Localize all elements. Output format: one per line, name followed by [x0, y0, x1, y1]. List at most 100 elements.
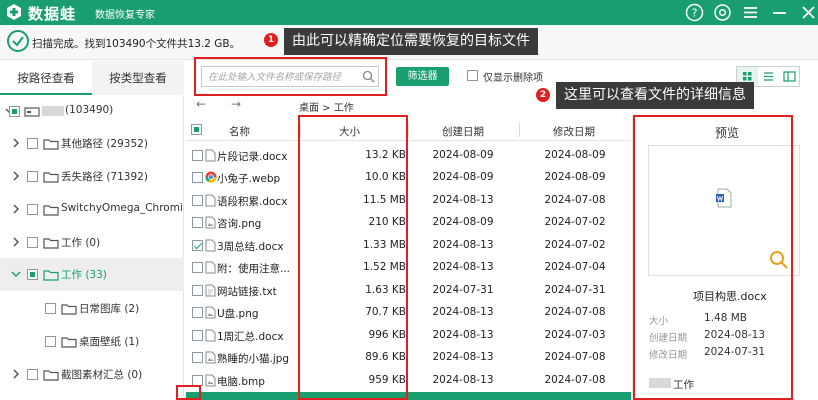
chevron-right-icon[interactable] — [10, 368, 22, 380]
tree-checkbox[interactable] — [27, 237, 38, 248]
svg-text:?: ? — [692, 7, 698, 20]
file-name: 熟睡的小猫.jpg — [217, 353, 290, 365]
deleted-only-checkbox[interactable] — [467, 70, 478, 81]
list-view-icon[interactable] — [758, 67, 779, 86]
annotation-badge-1: 1 — [264, 33, 278, 47]
tree-checkbox[interactable] — [45, 336, 56, 347]
chevron-right-icon[interactable] — [10, 137, 22, 149]
tree-item-desktop-wallpaper[interactable]: 桌面壁纸 (1) — [0, 325, 184, 358]
word-file-icon — [205, 194, 216, 207]
back-arrow-icon[interactable]: ← — [196, 97, 206, 111]
file-size: 210 KB — [368, 216, 406, 228]
tree-checkbox[interactable] — [27, 269, 38, 280]
file-name: 小兔子.webp — [217, 173, 281, 185]
image-file-icon — [205, 216, 216, 229]
tree-item-daily-gallery[interactable]: 日常图库 (2) — [0, 292, 184, 325]
row-checkbox[interactable] — [192, 240, 203, 251]
annotation-callout-2: 这里可以查看文件的详细信息 — [556, 82, 754, 109]
row-checkbox[interactable] — [192, 262, 203, 273]
preview-label-size: 大小 — [649, 316, 669, 327]
preview-thumbnail — [648, 145, 800, 276]
tree-checkbox[interactable] — [9, 106, 20, 117]
file-name: 附：使用注意... — [217, 263, 291, 275]
folder-icon — [43, 205, 59, 216]
file-created-date: 2024-08-09 — [432, 171, 494, 183]
tree-item-switchyomega[interactable]: SwitchyOmega_Chromium — [0, 193, 184, 226]
select-all-checkbox[interactable] — [191, 124, 202, 135]
tree-checkbox[interactable] — [27, 138, 38, 149]
row-checkbox[interactable] — [192, 330, 203, 341]
menu-icon[interactable] — [741, 3, 760, 22]
file-modified-date: 2024-07-08 — [544, 194, 606, 206]
tree-checkbox[interactable] — [45, 303, 56, 314]
tree-item-work-selected[interactable]: 工作 (33) — [0, 258, 184, 291]
row-checkbox[interactable] — [192, 172, 203, 183]
annotation-callout-1: 由此可以精确定位需要恢复的目标文件 — [284, 28, 538, 55]
tree-checkbox[interactable] — [27, 204, 38, 215]
file-modified-date: 2024-08-09 — [544, 149, 606, 161]
column-header-created[interactable]: 创建日期 — [442, 124, 484, 139]
word-document-icon — [716, 188, 732, 208]
file-size: 70.7 KB — [365, 306, 406, 318]
zoom-search-icon[interactable] — [769, 250, 789, 270]
column-header-modified[interactable]: 修改日期 — [553, 124, 595, 139]
file-size: 1.52 MB — [363, 261, 406, 273]
tree-item-label: 日常图库 (2) — [79, 303, 140, 315]
tree-item-label: 工作 (33) — [61, 269, 107, 281]
drive-icon — [24, 107, 40, 117]
forward-arrow-icon[interactable]: → — [231, 97, 241, 111]
row-checkbox[interactable] — [192, 217, 203, 228]
row-checkbox[interactable] — [192, 307, 203, 318]
row-checkbox[interactable] — [192, 375, 203, 386]
tree-checkbox[interactable] — [27, 171, 38, 182]
file-size: 959 KB — [368, 374, 406, 386]
search-input[interactable] — [208, 70, 358, 84]
row-checkbox[interactable] — [192, 150, 203, 161]
tree-item-lost-paths[interactable]: 丢失路径 (71392) — [0, 160, 184, 193]
settings-icon[interactable] — [713, 3, 732, 22]
file-table-header: 名称 大小 创建日期 修改日期 — [186, 119, 631, 141]
column-header-size[interactable]: 大小 — [339, 124, 360, 139]
tab-by-path[interactable]: 按路径查看 — [0, 61, 92, 95]
tree-item-screenshot-materials[interactable]: 截图素材汇总 (0) — [0, 358, 184, 391]
table-row-selected[interactable] — [186, 392, 631, 400]
filter-button[interactable]: 筛选器 — [396, 67, 449, 86]
tree-item-other-paths[interactable]: 其他路径 (29352) — [0, 127, 184, 160]
tree-checkbox[interactable] — [27, 369, 38, 380]
search-icon[interactable] — [362, 70, 375, 83]
word-file-icon — [205, 329, 216, 342]
annotation-badge-2: 2 — [536, 88, 550, 102]
file-size: 1.63 KB — [365, 284, 406, 296]
file-modified-date: 2024-07-08 — [544, 351, 606, 363]
column-header-name[interactable]: 名称 — [229, 124, 250, 139]
row-checkbox[interactable] — [192, 195, 203, 206]
tree-item-work-empty[interactable]: 工作 (0) — [0, 226, 184, 259]
chevron-right-icon[interactable] — [10, 170, 22, 182]
row-checkbox[interactable] — [192, 285, 203, 296]
file-size: 89.6 KB — [365, 351, 406, 363]
folder-icon — [43, 139, 59, 150]
help-icon[interactable]: ? — [685, 3, 704, 22]
folder-icon — [43, 370, 59, 381]
chevron-down-icon[interactable] — [10, 268, 22, 280]
file-created-date: 2024-08-13 — [432, 261, 494, 273]
file-modified-date: 2024-07-08 — [544, 374, 606, 386]
search-box[interactable] — [201, 66, 379, 87]
chevron-right-icon[interactable] — [10, 203, 22, 215]
close-icon[interactable] — [797, 3, 818, 22]
folder-icon — [43, 270, 59, 281]
image-file-icon — [205, 306, 216, 319]
file-name: U盘.png — [217, 308, 259, 320]
tab-by-type[interactable]: 按类型查看 — [92, 61, 184, 95]
tree-item-drive[interactable]: (103490) — [0, 95, 184, 128]
tree-item-label: 截图素材汇总 (0) — [61, 369, 143, 381]
folder-icon — [43, 172, 59, 183]
file-name: 咨询.png — [217, 218, 262, 230]
tree-item-label: (103490) — [65, 104, 114, 116]
detail-view-icon[interactable] — [779, 67, 800, 86]
app-name: 数据蛙 — [28, 5, 77, 23]
row-checkbox[interactable] — [192, 352, 203, 363]
chevron-right-icon[interactable] — [10, 236, 22, 248]
minimize-icon[interactable] — [770, 3, 789, 22]
preview-value-size: 1.48 MB — [704, 312, 747, 324]
